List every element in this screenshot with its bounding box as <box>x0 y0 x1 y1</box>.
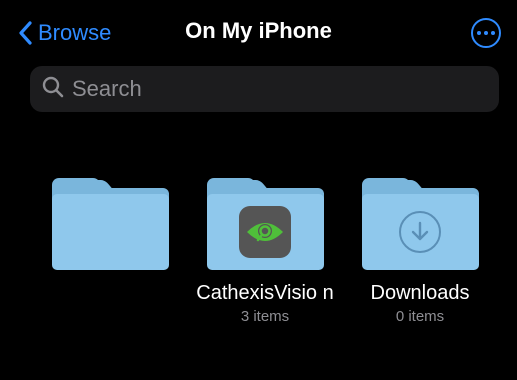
folder-icon <box>51 178 169 270</box>
folder-item-count: 0 items <box>395 308 445 325</box>
folder-name: Downloads <box>370 282 470 304</box>
folder-name: CathexisVisio n <box>196 282 334 304</box>
cathexis-eye-icon <box>239 206 291 258</box>
folder-item-downloads[interactable]: Downloads 0 items <box>360 178 480 325</box>
folder-item[interactable] <box>50 178 170 282</box>
files-screen: Browse On My iPhone Search CathexisVisio… <box>6 0 511 372</box>
search-placeholder: Search <box>72 76 142 101</box>
folder-icon <box>206 178 324 270</box>
page-title: On My iPhone <box>185 18 332 43</box>
magnifying-glass-icon <box>42 76 64 103</box>
folder-icon <box>361 178 479 270</box>
search-field[interactable]: Search <box>30 66 499 112</box>
folder-item-count: 3 items <box>240 308 290 325</box>
folder-item-cathexisvision[interactable]: CathexisVisio n 3 items <box>196 178 334 325</box>
ellipsis-circle-icon[interactable] <box>471 18 501 48</box>
download-arrow-icon <box>399 211 441 253</box>
